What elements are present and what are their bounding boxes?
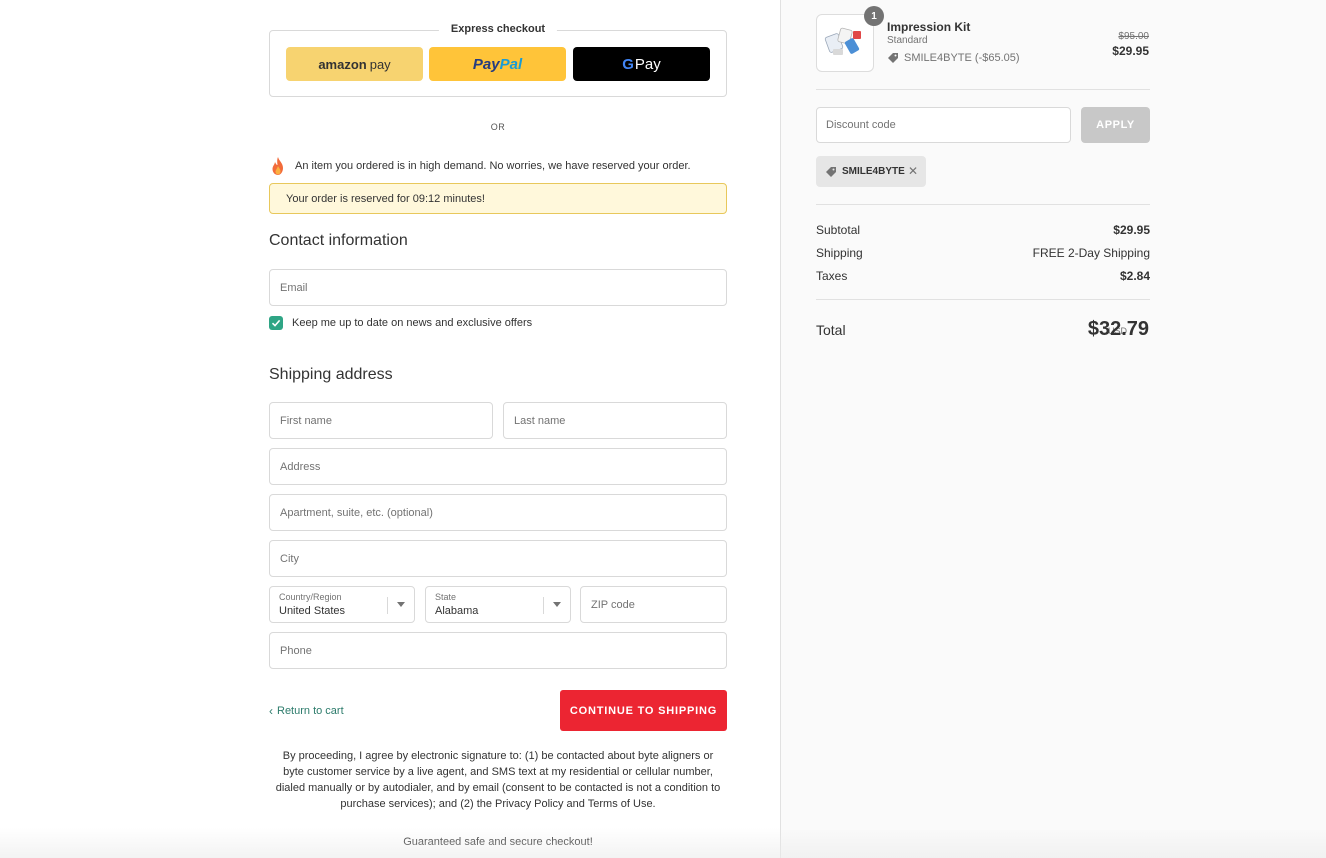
last-name-field[interactable] — [503, 402, 727, 439]
total-label: Total — [816, 322, 846, 338]
state-label: State — [435, 592, 457, 602]
applied-discount-chip: SMILE4BYTE ✕ — [816, 156, 926, 187]
product-price: $29.95 — [1112, 44, 1149, 58]
paypal-logo-pay: Pay — [472, 55, 500, 73]
zip-field[interactable] — [580, 586, 727, 623]
chevron-left-icon: ‹ — [269, 704, 273, 718]
country-select[interactable]: Country/Region United States — [269, 586, 415, 623]
product-thumbnail — [816, 14, 874, 72]
amazon-pay-button[interactable]: amazon pay — [286, 47, 423, 81]
express-checkout: Express checkout amazon pay Pay Pal G Pay — [269, 23, 727, 97]
state-select[interactable]: State Alabama — [425, 586, 571, 623]
return-to-cart-link[interactable]: ‹ Return to cart — [269, 704, 344, 718]
impression-kit-image — [824, 27, 861, 55]
taxes-value: $2.84 — [1119, 269, 1150, 283]
paypal-logo-pal: Pal — [499, 55, 523, 73]
amazon-pay-label: pay — [369, 56, 391, 72]
total-value: $32.79 — [1087, 318, 1149, 340]
select-divider — [387, 597, 388, 614]
product-discount: SMILE4BYTE (-$65.05) — [887, 52, 1020, 64]
quantity-badge: 1 — [864, 6, 884, 26]
last-name-input[interactable] — [514, 414, 726, 427]
city-field[interactable] — [269, 540, 727, 577]
city-input[interactable] — [280, 552, 726, 565]
fire-icon — [272, 157, 283, 175]
continue-to-shipping-button[interactable]: CONTINUE TO SHIPPING — [560, 690, 727, 731]
legal-consent-text: By proceeding, I agree by electronic sig… — [275, 750, 721, 810]
email-field[interactable] — [269, 269, 727, 306]
shipping-label: Shipping — [816, 246, 863, 260]
address-input[interactable] — [280, 460, 726, 473]
divider — [816, 89, 1150, 90]
country-value: United States — [279, 605, 346, 617]
contact-heading: Contact information — [269, 232, 408, 249]
first-name-field[interactable] — [269, 402, 493, 439]
google-g-icon: G — [622, 55, 634, 73]
taxes-label: Taxes — [816, 269, 848, 283]
subtotal-value: $29.95 — [1113, 223, 1150, 237]
tag-icon — [826, 166, 836, 177]
first-name-input[interactable] — [280, 414, 492, 427]
high-demand-notice: An item you ordered is in high demand. N… — [269, 156, 727, 176]
product-name: Impression Kit — [887, 20, 971, 34]
divider — [816, 204, 1150, 205]
order-summary: 1 Impression Kit Standard SMILE4BYTE (-$… — [780, 0, 1326, 858]
shipping-value: FREE 2-Day Shipping — [1032, 246, 1150, 260]
email-input[interactable] — [280, 281, 726, 294]
tag-icon — [888, 53, 898, 63]
express-checkout-title: Express checkout — [438, 23, 558, 35]
phone-input[interactable] — [280, 644, 726, 657]
google-pay-button[interactable]: G Pay — [573, 47, 710, 81]
discount-code-input[interactable] — [826, 119, 1070, 131]
state-value: Alabama — [435, 605, 479, 617]
reservation-banner: Your order is reserved for 09:12 minutes… — [269, 183, 727, 214]
original-price: $95.00 — [1118, 31, 1149, 42]
checkmark-icon — [271, 319, 281, 327]
secure-checkout-text: Guaranteed safe and secure checkout! — [403, 836, 593, 848]
google-pay-label: Pay — [634, 55, 661, 73]
chevron-down-icon — [397, 602, 405, 607]
shipping-heading: Shipping address — [269, 366, 393, 383]
amazon-logo: amazon — [318, 56, 367, 72]
chevron-down-icon — [553, 602, 561, 607]
discount-code-field[interactable] — [816, 107, 1071, 143]
apartment-field[interactable] — [269, 494, 727, 531]
phone-field[interactable] — [269, 632, 727, 669]
or-divider: OR — [490, 122, 506, 132]
newsletter-option: Keep me up to date on news and exclusive… — [269, 316, 532, 330]
paypal-button[interactable]: Pay Pal — [429, 47, 566, 81]
divider — [816, 299, 1150, 300]
subtotal-row: Subtotal $29.95 — [816, 223, 1150, 237]
remove-discount-icon[interactable]: ✕ — [908, 164, 918, 178]
address-field[interactable] — [269, 448, 727, 485]
product-variant: Standard — [887, 35, 928, 46]
select-divider — [543, 597, 544, 614]
return-to-cart-label: Return to cart — [277, 705, 344, 717]
subtotal-label: Subtotal — [816, 223, 861, 237]
newsletter-label: Keep me up to date on news and exclusive… — [292, 317, 533, 329]
newsletter-checkbox[interactable] — [269, 316, 283, 330]
apply-button[interactable]: APPLY — [1081, 107, 1150, 143]
zip-input[interactable] — [591, 598, 726, 611]
high-demand-text: An item you ordered is in high demand. N… — [295, 160, 691, 172]
apartment-input[interactable] — [280, 506, 726, 519]
country-label: Country/Region — [279, 592, 342, 602]
reservation-text: Your order is reserved for 09:12 minutes… — [286, 192, 485, 205]
shipping-row: Shipping FREE 2-Day Shipping — [816, 246, 1150, 260]
product-discount-text: SMILE4BYTE (-$65.05) — [904, 52, 1020, 64]
applied-discount-code: SMILE4BYTE — [842, 166, 905, 177]
checkout-main: Express checkout amazon pay Pay Pal G Pay O… — [0, 0, 780, 858]
taxes-row: Taxes $2.84 — [816, 269, 1150, 283]
